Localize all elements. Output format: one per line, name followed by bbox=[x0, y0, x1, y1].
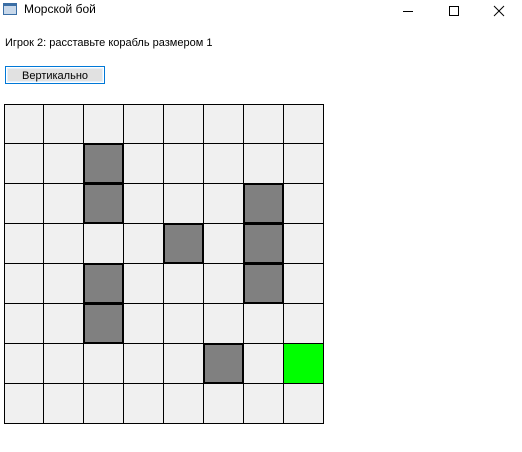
board-cell[interactable] bbox=[44, 264, 84, 304]
game-window: Морской бой Игрок 2: расставьте корабль … bbox=[0, 0, 522, 452]
board-cell[interactable] bbox=[44, 304, 84, 344]
board-cell[interactable] bbox=[204, 304, 244, 344]
close-icon bbox=[493, 5, 505, 17]
board-cell[interactable] bbox=[204, 264, 244, 304]
maximize-icon bbox=[449, 6, 459, 16]
ship-cell[interactable] bbox=[244, 264, 284, 304]
ship-cell[interactable] bbox=[204, 344, 244, 384]
board-cell[interactable] bbox=[4, 384, 44, 424]
board-cell[interactable] bbox=[4, 184, 44, 224]
board-cell[interactable] bbox=[124, 304, 164, 344]
game-board[interactable] bbox=[4, 104, 324, 424]
title-bar[interactable]: Морской бой bbox=[0, 0, 522, 22]
ship-cell[interactable] bbox=[84, 264, 124, 304]
maximize-button[interactable] bbox=[431, 0, 477, 22]
board-cell[interactable] bbox=[244, 104, 284, 144]
board-cell[interactable] bbox=[284, 264, 324, 304]
board-cell[interactable] bbox=[164, 264, 204, 304]
board-cell[interactable] bbox=[4, 104, 44, 144]
board-cell[interactable] bbox=[4, 224, 44, 264]
board-cell[interactable] bbox=[124, 104, 164, 144]
board-cell[interactable] bbox=[244, 344, 284, 384]
placement-prompt: Игрок 2: расставьте корабль размером 1 bbox=[5, 37, 213, 49]
board-cell[interactable] bbox=[204, 384, 244, 424]
board-cell[interactable] bbox=[84, 384, 124, 424]
board-cell[interactable] bbox=[44, 104, 84, 144]
board-cell[interactable] bbox=[284, 184, 324, 224]
board-cell[interactable] bbox=[84, 344, 124, 384]
ship-cell[interactable] bbox=[244, 184, 284, 224]
board-cell[interactable] bbox=[284, 304, 324, 344]
board-cell[interactable] bbox=[284, 104, 324, 144]
board-cell[interactable] bbox=[244, 304, 284, 344]
board-cell[interactable] bbox=[124, 264, 164, 304]
board-cell[interactable] bbox=[44, 144, 84, 184]
board-cell[interactable] bbox=[124, 144, 164, 184]
board-cell[interactable] bbox=[244, 384, 284, 424]
board-cell[interactable] bbox=[4, 304, 44, 344]
board-cell[interactable] bbox=[4, 144, 44, 184]
minimize-button[interactable] bbox=[385, 0, 431, 22]
board-cell[interactable] bbox=[44, 344, 84, 384]
board-cell[interactable] bbox=[204, 224, 244, 264]
board-cell[interactable] bbox=[204, 104, 244, 144]
board-cell[interactable] bbox=[164, 104, 204, 144]
minimize-icon bbox=[403, 11, 413, 12]
placement-preview-cell[interactable] bbox=[284, 344, 324, 384]
board-cell[interactable] bbox=[44, 184, 84, 224]
window-title: Морской бой bbox=[24, 2, 96, 16]
board-cell[interactable] bbox=[84, 224, 124, 264]
ship-cell[interactable] bbox=[84, 304, 124, 344]
board-cell[interactable] bbox=[284, 144, 324, 184]
board-cell[interactable] bbox=[124, 384, 164, 424]
board-cell[interactable] bbox=[204, 184, 244, 224]
board-cell[interactable] bbox=[4, 344, 44, 384]
board-cell[interactable] bbox=[4, 264, 44, 304]
app-window-icon bbox=[3, 3, 17, 15]
board-cell[interactable] bbox=[164, 304, 204, 344]
board-cell[interactable] bbox=[44, 384, 84, 424]
board-cell[interactable] bbox=[124, 184, 164, 224]
board-cell[interactable] bbox=[84, 104, 124, 144]
board-cell[interactable] bbox=[284, 224, 324, 264]
board-cell[interactable] bbox=[44, 224, 84, 264]
board-cell[interactable] bbox=[284, 384, 324, 424]
close-button[interactable] bbox=[476, 0, 522, 22]
ship-cell[interactable] bbox=[84, 184, 124, 224]
board-cell[interactable] bbox=[204, 144, 244, 184]
board-cell[interactable] bbox=[124, 344, 164, 384]
board-cell[interactable] bbox=[164, 184, 204, 224]
board-cell[interactable] bbox=[164, 384, 204, 424]
board-cell[interactable] bbox=[244, 144, 284, 184]
ship-cell[interactable] bbox=[244, 224, 284, 264]
board-cell[interactable] bbox=[124, 224, 164, 264]
board-cell[interactable] bbox=[164, 144, 204, 184]
board-cell[interactable] bbox=[164, 344, 204, 384]
ship-cell[interactable] bbox=[164, 224, 204, 264]
ship-cell[interactable] bbox=[84, 144, 124, 184]
orientation-toggle-button[interactable]: Вертикально bbox=[5, 66, 105, 84]
